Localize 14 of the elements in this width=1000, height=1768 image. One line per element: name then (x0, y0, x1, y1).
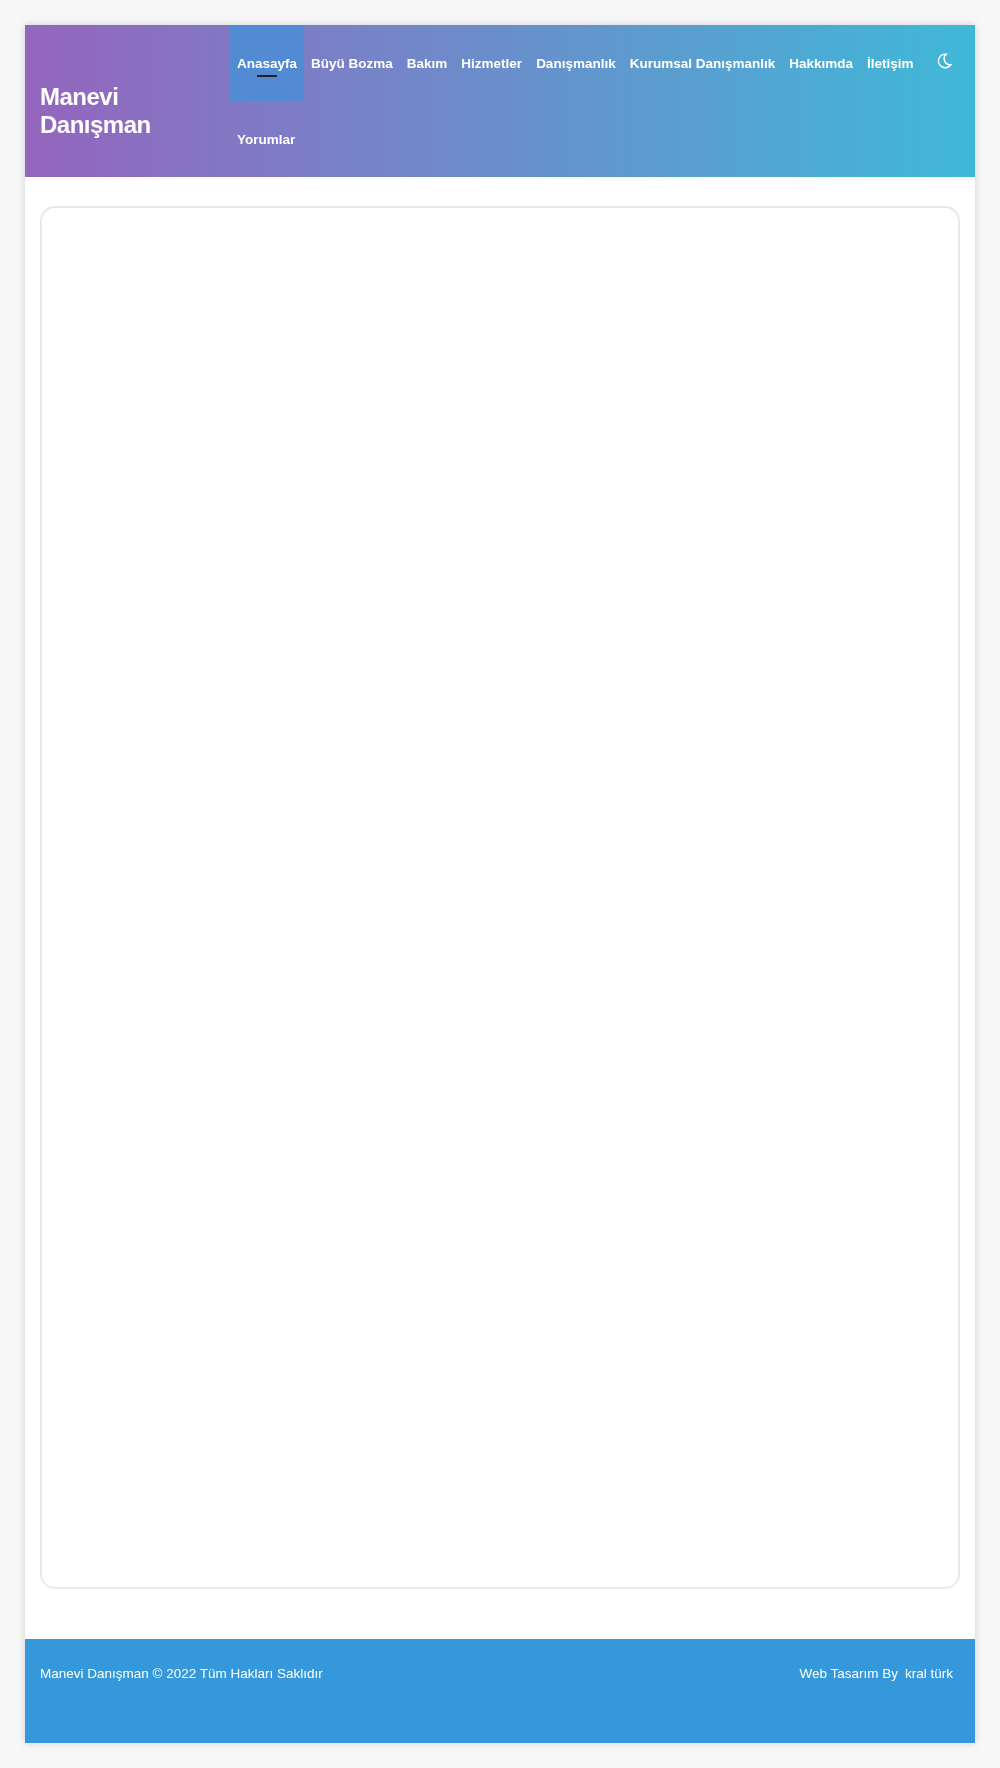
nav-item[interactable]: Büyü Bozma (304, 25, 400, 101)
nav-item[interactable]: Kurumsal Danışmanlık (622, 25, 783, 101)
nav-item[interactable]: Hizmetler (454, 25, 530, 101)
copyright-text: Manevi Danışman © 2022 Tüm Hakları Saklıdır (40, 1666, 323, 1681)
nav-item[interactable]: İletişim (860, 25, 921, 101)
nav-item[interactable]: Anasayfa (230, 25, 305, 101)
nav-item[interactable]: Hakkımda (782, 25, 860, 101)
nav-item[interactable]: Yorumlar (230, 101, 303, 177)
credit-link[interactable]: kral türk (905, 1666, 953, 1681)
site-logo[interactable]: Manevi Danışman (40, 83, 230, 139)
credit-text: Web Tasarım By (799, 1666, 898, 1681)
nav-item[interactable]: Bakım (399, 25, 455, 101)
dark-mode-icon[interactable] (935, 52, 953, 70)
nav-item[interactable]: Danışmanlık (529, 25, 623, 101)
